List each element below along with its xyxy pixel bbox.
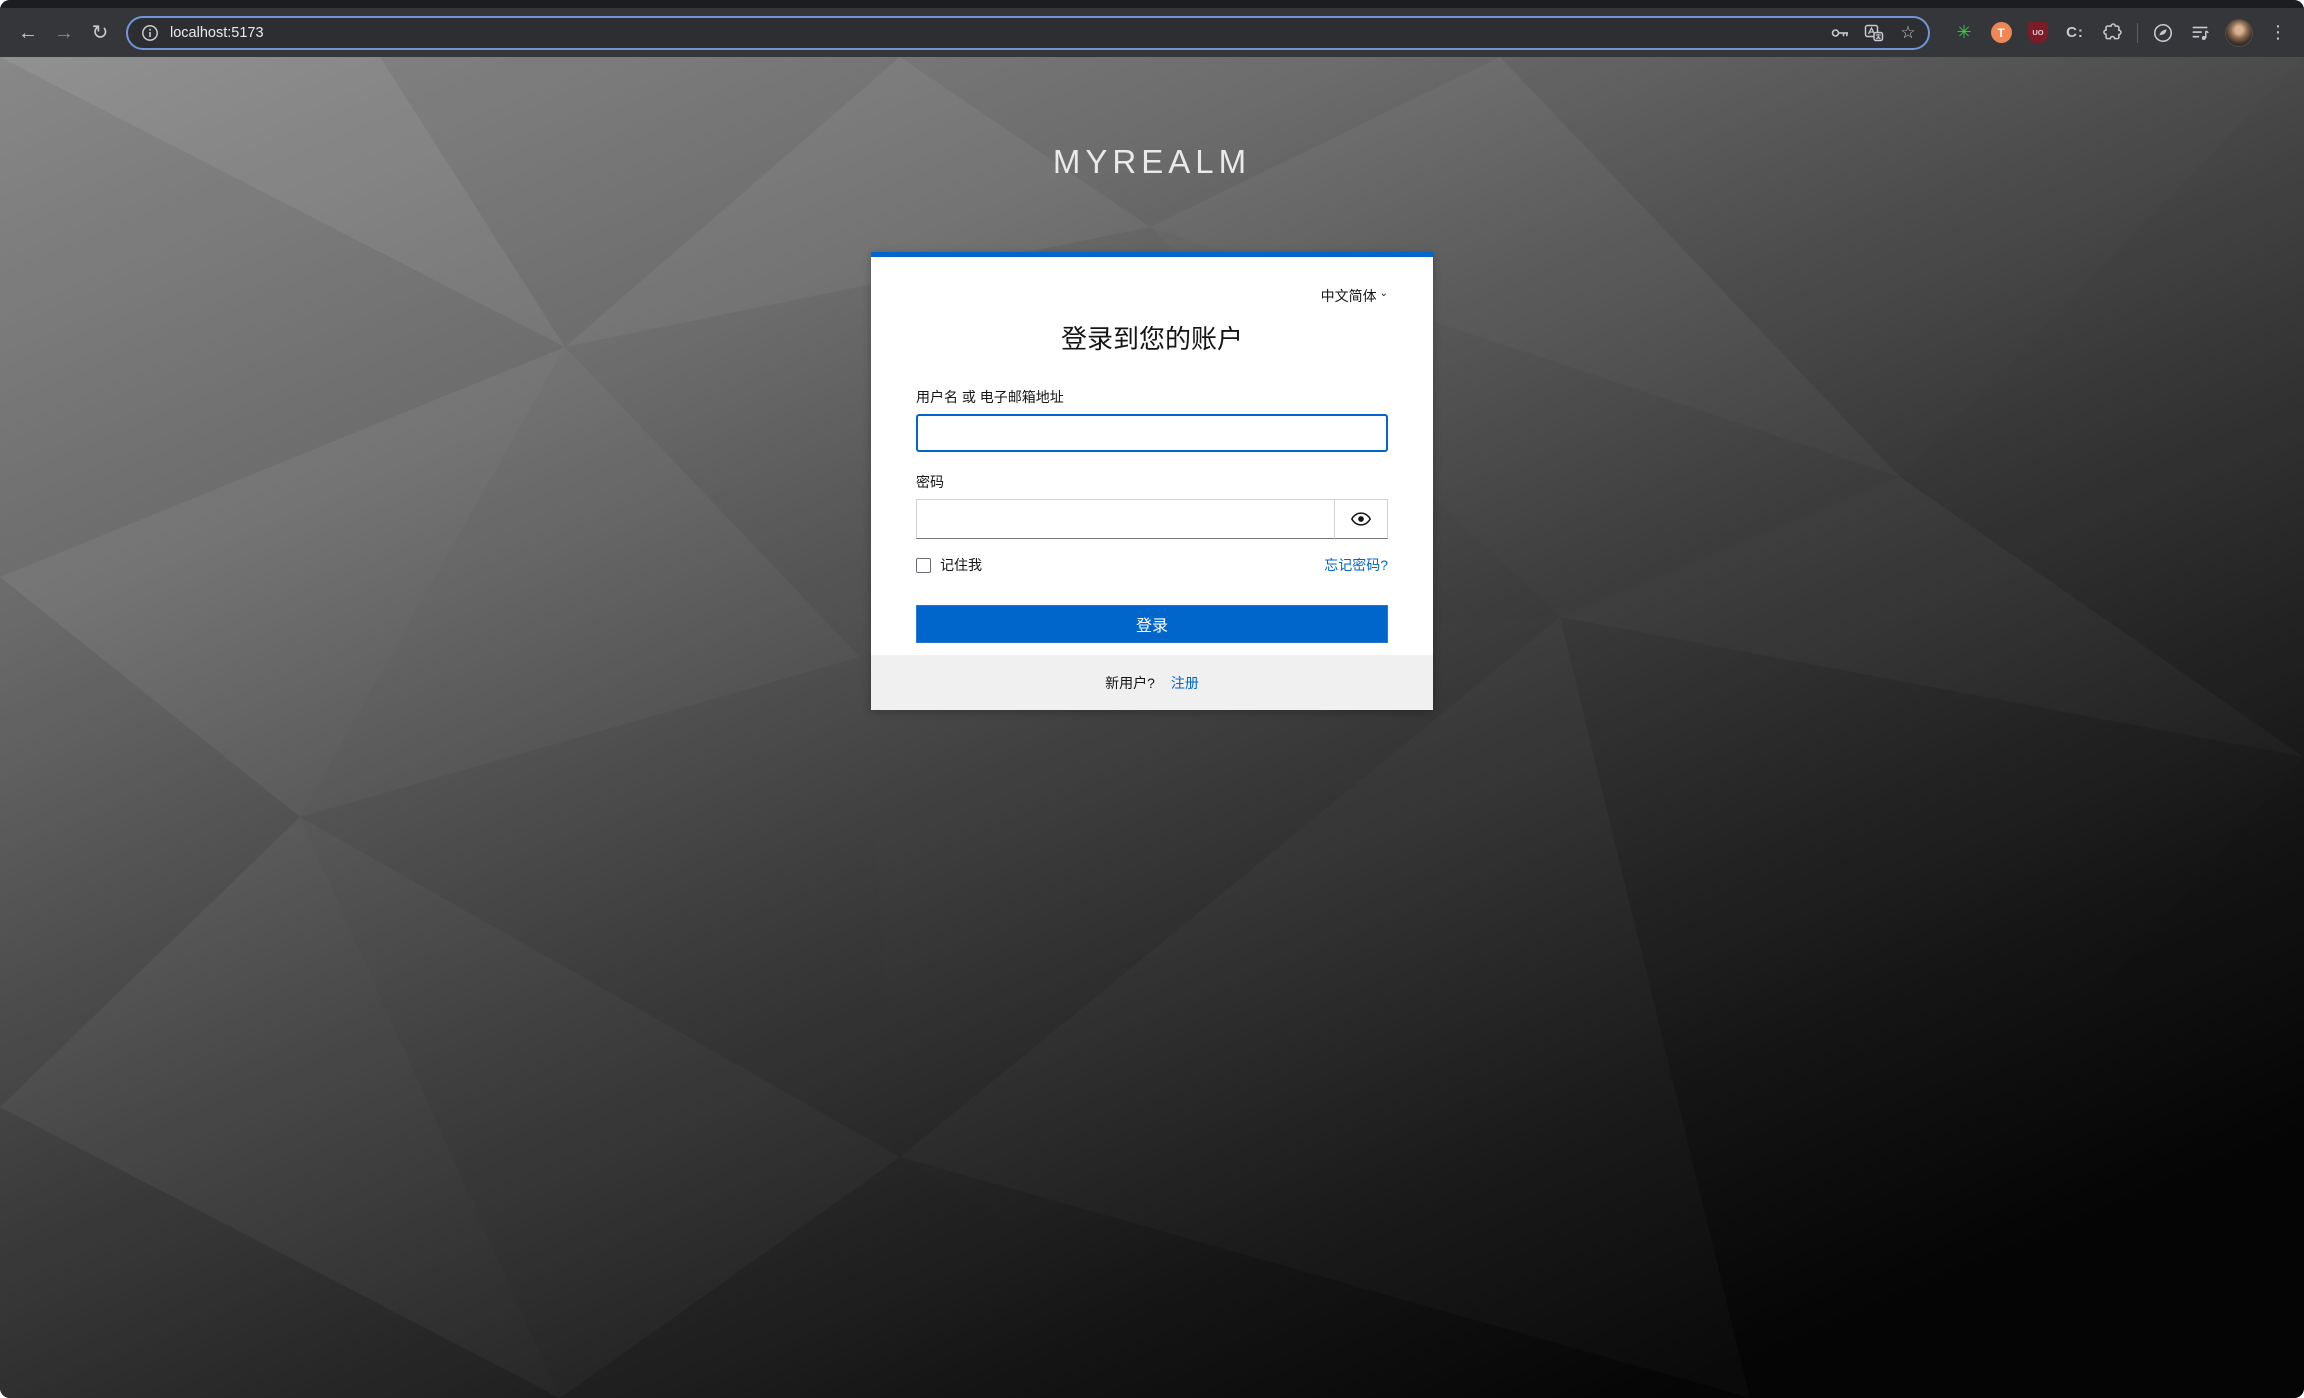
profile-avatar[interactable] <box>2225 19 2253 47</box>
login-heading: 登录到您的账户 <box>916 319 1388 356</box>
show-password-button[interactable] <box>1334 499 1388 539</box>
reload-button[interactable]: ↻ <box>82 15 118 51</box>
remember-me-label: 记住我 <box>940 555 982 575</box>
c-extension-icon[interactable]: C: <box>2063 21 2087 45</box>
browser-window: ← → ↻ localhost:5173 <box>0 0 2304 1398</box>
remember-me-checkbox[interactable] <box>916 558 931 573</box>
password-input[interactable] <box>916 499 1334 539</box>
login-page: MYREALM 中文简体⌄ 登录到您的账户 用户名 或 电子邮箱地址 密码 <box>0 57 2304 1398</box>
login-options-row: 记住我 忘记密码? <box>916 555 1388 575</box>
eye-icon <box>1351 512 1371 526</box>
url-text[interactable]: localhost:5173 <box>170 25 1830 41</box>
language-selector-label: 中文简体 <box>1321 288 1377 304</box>
login-card: 中文简体⌄ 登录到您的账户 用户名 或 电子邮箱地址 密码 <box>871 252 1433 710</box>
translate-icon[interactable] <box>1864 23 1884 43</box>
login-button[interactable]: 登录 <box>916 605 1388 643</box>
forgot-password-link[interactable]: 忘记密码? <box>1324 555 1388 575</box>
bookmark-star-icon[interactable]: ☆ <box>1898 23 1918 43</box>
forward-button[interactable]: → <box>46 15 82 51</box>
playlist-icon[interactable] <box>2188 21 2212 45</box>
browser-toolbar: ← → ↻ localhost:5173 <box>0 8 2304 57</box>
login-form: 用户名 或 电子邮箱地址 密码 <box>916 387 1388 643</box>
register-link[interactable]: 注册 <box>1171 673 1199 693</box>
extensions-puzzle-icon[interactable] <box>2100 21 2124 45</box>
performance-leaf-icon[interactable] <box>2151 21 2175 45</box>
password-label: 密码 <box>916 472 1388 492</box>
password-key-icon[interactable] <box>1830 23 1850 43</box>
window-title-strip <box>0 0 2304 8</box>
username-label: 用户名 或 电子邮箱地址 <box>916 387 1388 407</box>
card-footer: 新用户? 注册 <box>871 655 1433 710</box>
ublock-shield-extension-icon[interactable]: UO <box>2026 21 2050 45</box>
language-selector[interactable]: 中文简体⌄ <box>916 286 1388 306</box>
username-input[interactable] <box>916 414 1388 452</box>
browser-menu-icon[interactable]: ⋮ <box>2266 21 2290 45</box>
new-user-prompt: 新用户? <box>1105 673 1155 693</box>
orange-t-extension-icon[interactable]: T <box>1989 21 2013 45</box>
site-info-icon[interactable] <box>140 23 160 43</box>
address-bar[interactable]: localhost:5173 <box>126 16 1930 50</box>
chevron-down-icon: ⌄ <box>1380 288 1388 299</box>
remember-me[interactable]: 记住我 <box>916 555 982 575</box>
green-star-extension-icon[interactable]: ✳ <box>1952 21 1976 45</box>
back-button[interactable]: ← <box>10 15 46 51</box>
password-input-group <box>916 499 1388 539</box>
realm-title: MYREALM <box>0 143 2304 181</box>
toolbar-separator <box>2137 23 2138 43</box>
extensions-row: ✳ T UO C: <box>1952 19 2290 47</box>
